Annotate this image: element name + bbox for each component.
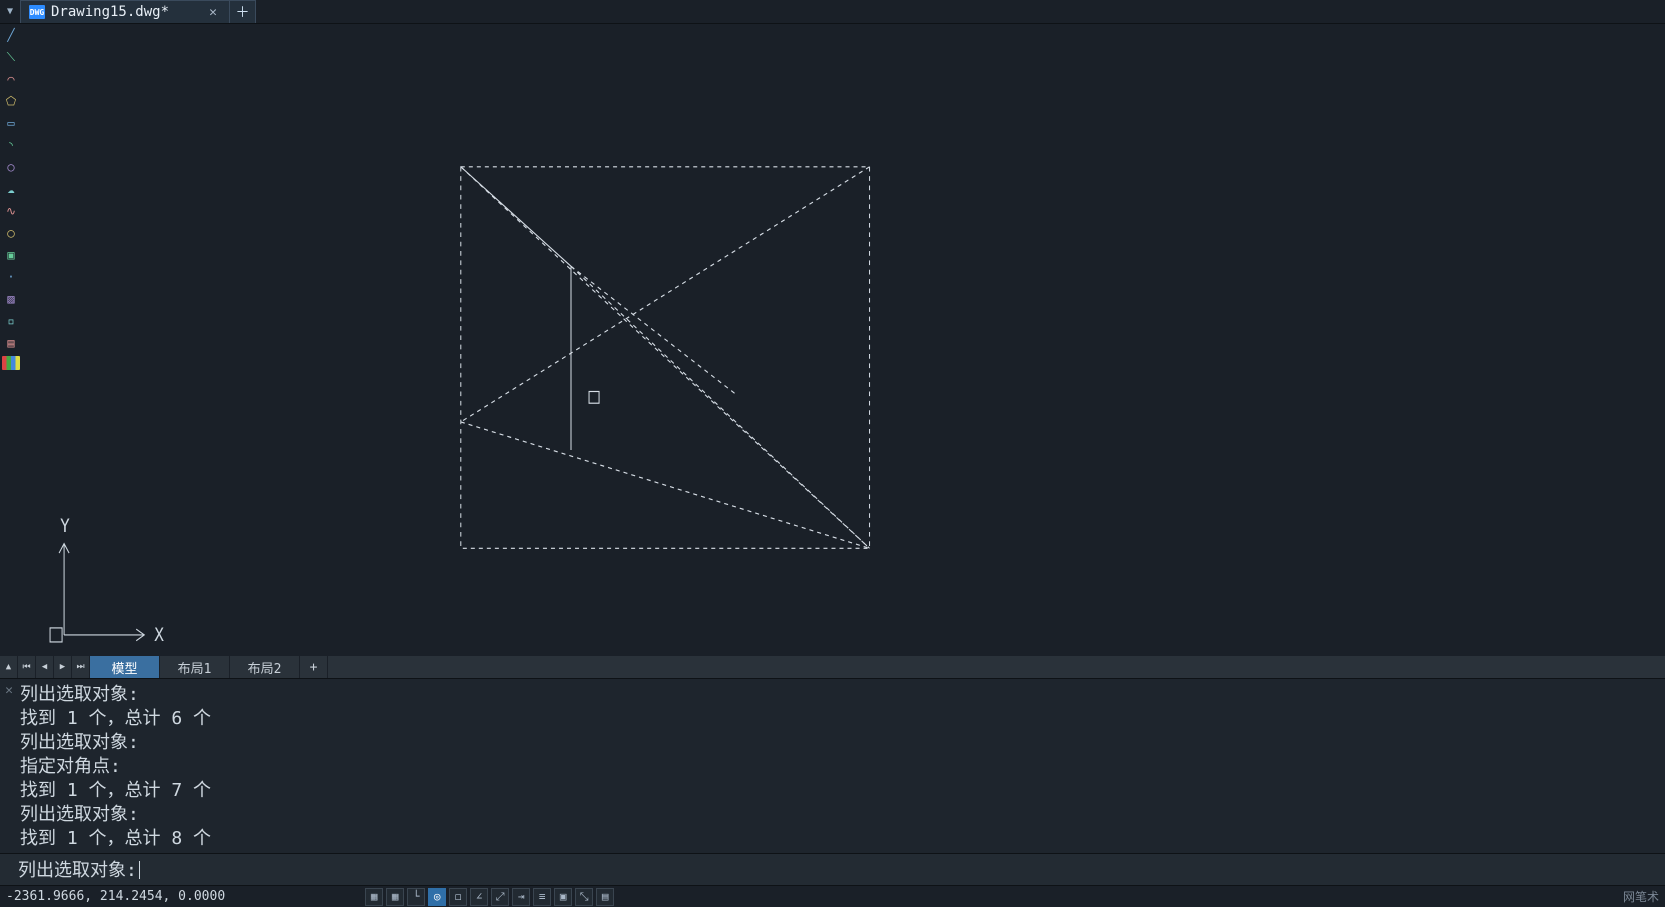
drawn-line[interactable] [571, 266, 735, 394]
ucs-y-label: Y [60, 516, 70, 537]
layout-tab-2[interactable]: 布局2 [230, 656, 300, 678]
tab-dropdown-button[interactable]: ▼ [0, 0, 20, 23]
toggle-dynamic-ucs[interactable]: ⤢ [491, 888, 509, 906]
polyline-tool[interactable]: ⌒ [2, 70, 20, 88]
region-tool[interactable]: ▫ [2, 312, 20, 330]
ellipse-tool[interactable]: ◯ [2, 224, 20, 242]
command-area: ✕ 列出选取对象:找到 1 个，总计 6 个列出选取对象:指定对角点:找到 1 … [0, 678, 1665, 853]
layout-tabstrip: ▲ ⏮ ◀ ▶ ⏭ 模型 布局1 布局2 + [0, 656, 1665, 678]
toggle-transparency[interactable]: ▣ [554, 888, 572, 906]
toggle-ortho[interactable]: └ [407, 888, 425, 906]
command-history-line: 指定对角点: [20, 755, 1659, 779]
drawn-line[interactable] [461, 422, 870, 548]
command-prompt: 列出选取对象: [18, 860, 137, 881]
line-tool[interactable]: ╱ [2, 26, 20, 44]
command-history-line: 列出选取对象: [20, 731, 1659, 755]
toggle-qprops[interactable]: ▤ [596, 888, 614, 906]
tab-close-button[interactable]: ✕ [205, 5, 221, 20]
layout-tab-1[interactable]: 布局1 [160, 656, 230, 678]
command-history-line: 找到 1 个，总计 8 个 [20, 827, 1659, 851]
ucs-x-label: X [154, 625, 164, 646]
command-history-line: 找到 1 个，总计 6 个 [20, 707, 1659, 731]
ucs-icon: YX [50, 516, 164, 646]
toggle-lineweight[interactable]: ≡ [533, 888, 551, 906]
toggle-grid-display[interactable]: ▦ [365, 888, 383, 906]
revcloud-tool[interactable]: ☁ [2, 180, 20, 198]
layout-tab-add[interactable]: + [300, 656, 328, 678]
drawn-line[interactable] [461, 167, 571, 266]
workspace: ╱⟍⌒⬠▭◝○☁∿◯▣·▨▫▤ YX [0, 24, 1665, 656]
status-bar: -2361.9666, 214.2454, 0.0000 ▦▦└◎◻∠⤢⇥≡▣⤡… [0, 885, 1665, 907]
command-history-line: 找到 1 个，总计 7 个 [20, 779, 1659, 803]
layout-nav-next[interactable]: ▶ [54, 656, 72, 678]
hatch-tool[interactable]: ▨ [2, 290, 20, 308]
layout-nav-last[interactable]: ⏭ [72, 656, 90, 678]
toggle-grid-snap[interactable]: ▦ [386, 888, 404, 906]
layout-nav-first[interactable]: ⏮ [18, 656, 36, 678]
document-tabbar: ▼ DWG Drawing15.dwg* ✕ ＋ [0, 0, 1665, 24]
arc-tool[interactable]: ◝ [2, 136, 20, 154]
drawing-canvas[interactable]: YX [22, 24, 1665, 656]
document-tab-title: Drawing15.dwg* [51, 4, 169, 20]
command-input[interactable]: 列出选取对象: [0, 853, 1665, 885]
command-history[interactable]: 列出选取对象:找到 1 个，总计 6 个列出选取对象:指定对角点:找到 1 个，… [18, 679, 1665, 853]
status-right-label: 网笔术 [1623, 888, 1659, 905]
layout-nav-up[interactable]: ▲ [0, 656, 18, 678]
command-history-line: 列出选取对象: [20, 683, 1659, 707]
new-tab-button[interactable]: ＋ [230, 0, 256, 23]
toggle-polar[interactable]: ◻ [449, 888, 467, 906]
toggle-dyn-input[interactable]: ⇥ [512, 888, 530, 906]
rectangle-tool[interactable]: ▭ [2, 114, 20, 132]
circle-tool[interactable]: ○ [2, 158, 20, 176]
command-close-button[interactable]: ✕ [0, 679, 18, 853]
xline-tool[interactable]: ⟍ [2, 48, 20, 66]
draw-toolbar: ╱ ⟍ ⌒ ⬠ ▭ ◝ ○ ☁ ∿ ◯ ▣ · ▨ ▫ ▤ [0, 24, 22, 656]
command-history-line: 列出选取对象: [20, 803, 1659, 827]
point-tool[interactable]: · [2, 268, 20, 286]
palette-tool[interactable] [2, 356, 20, 370]
table-tool[interactable]: ▤ [2, 334, 20, 352]
status-toggles: ▦▦└◎◻∠⤢⇥≡▣⤡▤ [365, 888, 614, 906]
dwg-file-icon: DWG [29, 5, 45, 19]
toggle-otrack[interactable]: ∠ [470, 888, 488, 906]
polygon-tool[interactable]: ⬠ [2, 92, 20, 110]
toggle-selection[interactable]: ⤡ [575, 888, 593, 906]
layout-tab-model[interactable]: 模型 [90, 656, 160, 678]
layout-nav-prev[interactable]: ◀ [36, 656, 54, 678]
drawn-line[interactable] [461, 167, 870, 422]
status-coordinates: -2361.9666, 214.2454, 0.0000 [6, 889, 225, 904]
spline-tool[interactable]: ∿ [2, 202, 20, 220]
document-tab[interactable]: DWG Drawing15.dwg* ✕ [20, 0, 230, 23]
drawing-viewport[interactable]: YX [22, 24, 1665, 656]
crosshair-pickbox [589, 391, 599, 403]
toggle-osnap[interactable]: ◎ [428, 888, 446, 906]
block-tool[interactable]: ▣ [2, 246, 20, 264]
